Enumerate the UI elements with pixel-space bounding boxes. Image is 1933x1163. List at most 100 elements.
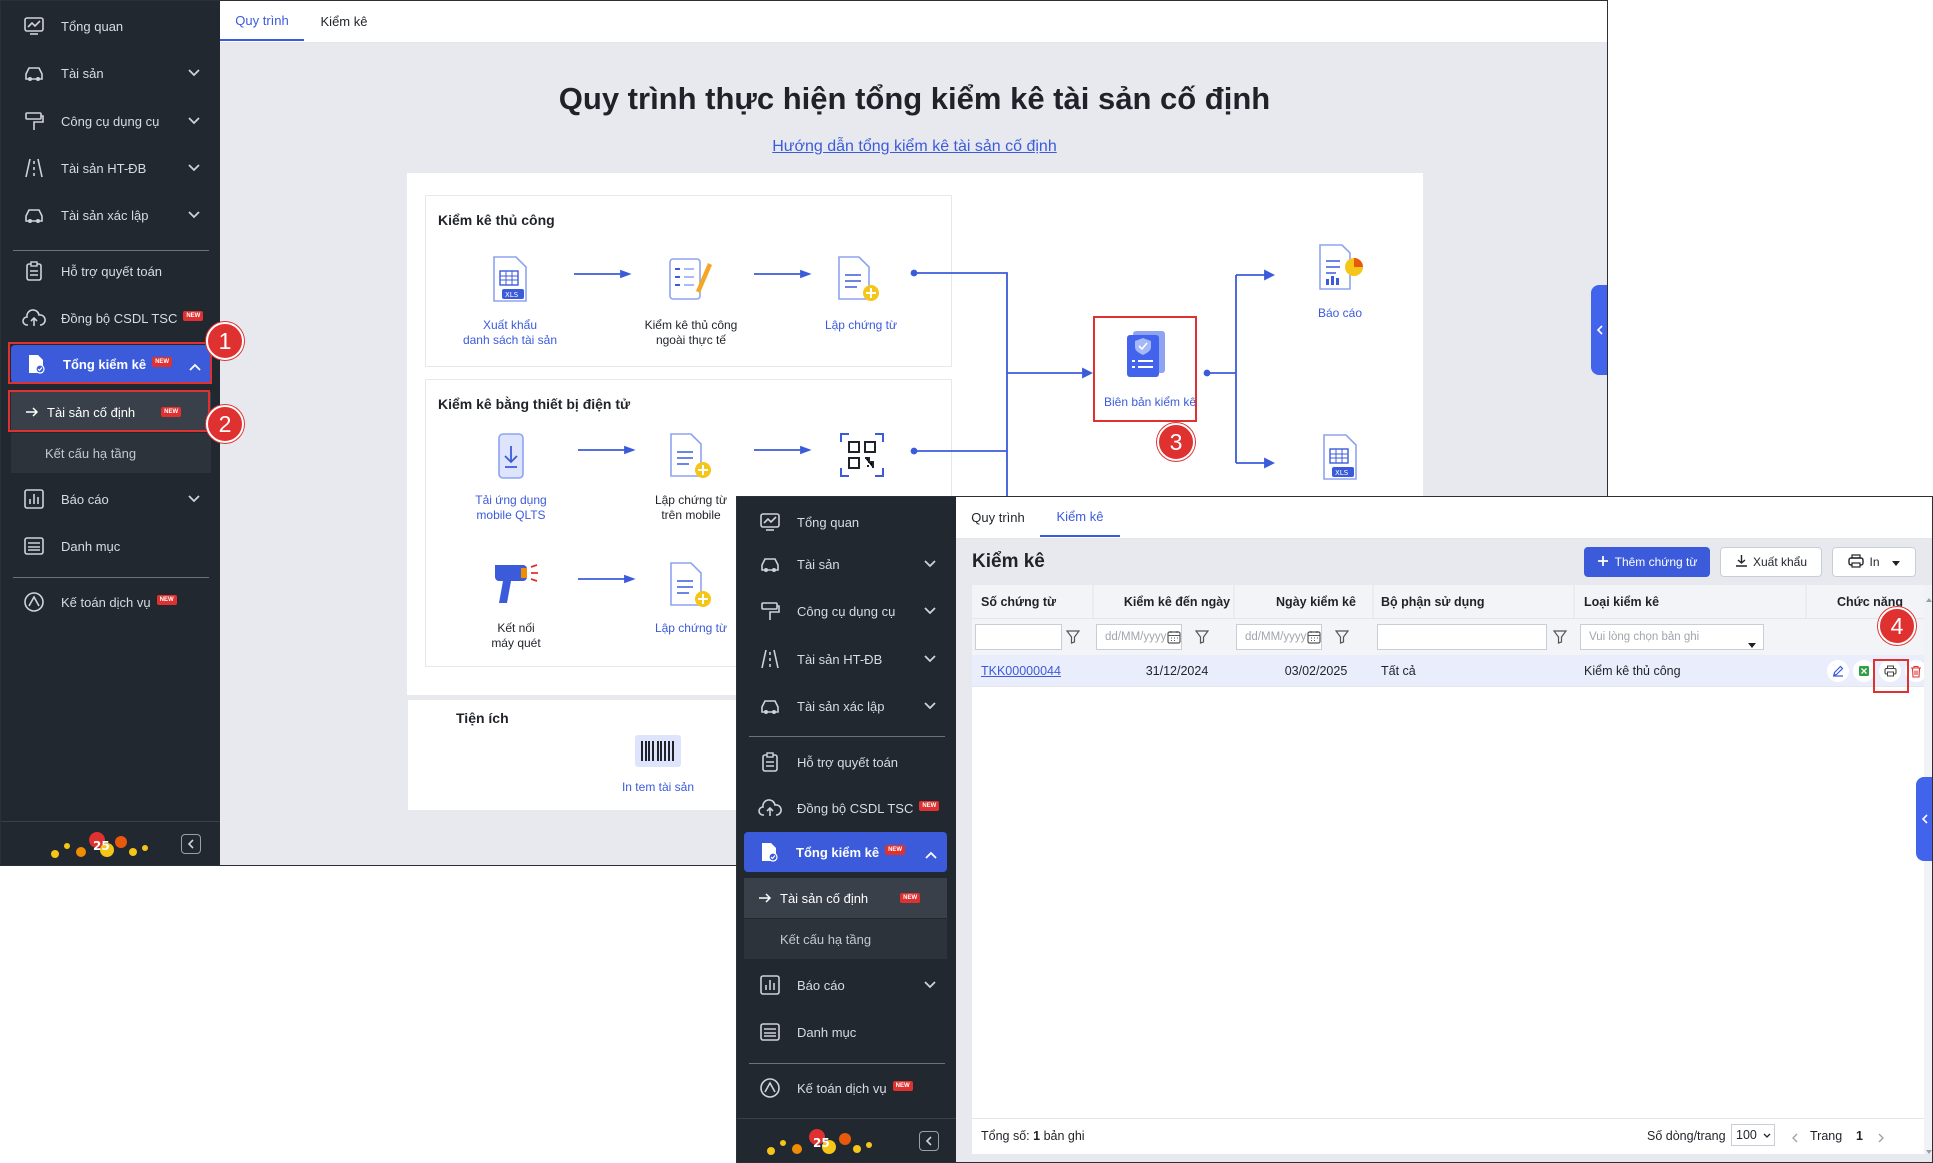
paint-roller-icon <box>757 600 783 622</box>
filter-icon[interactable] <box>1065 630 1081 649</box>
rows-per-page-select[interactable]: 100 <box>1731 1124 1775 1146</box>
add-voucher-label: Thêm chứng từ <box>1614 555 1698 569</box>
print-button[interactable]: In <box>1832 547 1916 577</box>
total-count: Tổng số: 1 bản ghi <box>981 1129 1085 1143</box>
page-title: Kiểm kê <box>972 551 1045 572</box>
sidebar-item-tai-san-htdb[interactable]: Tài sản HT-ĐB <box>737 639 956 679</box>
sidebar-item-dong-bo[interactable]: Đồng bộ CSDL TSC NEW <box>737 788 956 828</box>
cell-loai-kiem-ke: Kiểm kê thủ công <box>1584 664 1681 678</box>
step-badge-4: 4 <box>1878 607 1916 645</box>
chevron-left-icon <box>1921 814 1928 824</box>
sidebar-divider <box>749 1063 945 1064</box>
download-icon <box>1735 554 1748 570</box>
sidebar-item-label: Danh mục <box>797 1024 857 1040</box>
excel-icon[interactable] <box>1853 660 1875 682</box>
export-button[interactable]: Xuất khẩu <box>1720 547 1822 577</box>
tab-quy-trinh[interactable]: Quy trình <box>956 497 1040 537</box>
cell-den-ngay: 31/12/2024 <box>1145 664 1209 678</box>
print-label[interactable]: In tem tài sản <box>598 780 718 795</box>
report-document-icon <box>1316 243 1366 298</box>
filter-icon[interactable] <box>1552 630 1568 649</box>
tet-decoration-icon: 25 <box>757 1125 907 1162</box>
vertical-scrollbar[interactable] <box>1924 585 1932 1154</box>
sidebar-footer: 25 <box>737 1118 956 1162</box>
sidebar-item-label: Tài sản <box>797 556 840 572</box>
filter-bo-phan-input[interactable] <box>1377 624 1547 650</box>
highlight-tong-kiem-ke <box>8 342 212 384</box>
prev-page-icon[interactable] <box>1792 1130 1799 1148</box>
edit-icon[interactable] <box>1827 660 1849 682</box>
filter-so-chung-tu-input[interactable] <box>975 624 1062 650</box>
next-page-icon[interactable] <box>1877 1130 1884 1148</box>
calendar-icon[interactable] <box>1167 630 1181 649</box>
sidebar-item-tong-kiem-ke[interactable]: Tổng kiểm kê NEW <box>744 832 947 872</box>
filter-icon[interactable] <box>1334 630 1350 649</box>
total-unit: bản ghi <box>1043 1129 1085 1143</box>
report-label[interactable]: Báo cáo <box>1300 306 1380 321</box>
sidebar-item-label: Công cụ dụng cụ <box>797 603 896 619</box>
sidebar-item-bao-cao[interactable]: Báo cáo <box>737 965 956 1005</box>
sidebar-item-ho-tro[interactable]: Hỗ trợ quyết toán <box>737 742 956 782</box>
filter-icon[interactable] <box>1194 630 1210 649</box>
barcode-label-icon <box>634 734 682 773</box>
chevron-up-icon <box>925 847 937 862</box>
new-badge: NEW <box>900 893 921 903</box>
rows-per-page-value: 100 <box>1736 1128 1757 1142</box>
sidebar-subitem-tscd[interactable]: Tài sản cố định NEW <box>744 878 947 918</box>
tab-kiem-ke[interactable]: Kiểm kê <box>1040 497 1120 537</box>
collapse-sidebar-button[interactable] <box>919 1131 939 1151</box>
car-icon <box>757 695 783 717</box>
list-icon <box>757 1021 783 1043</box>
cell-bo-phan: Tất cả <box>1381 664 1416 678</box>
cloud-upload-icon <box>757 797 783 819</box>
sidebar-divider <box>749 736 945 737</box>
total-value: 1 <box>1033 1129 1041 1143</box>
plus-icon <box>1597 555 1609 570</box>
front-window: Tổng quan Tài sản Công cụ dụng cụ Tài sả… <box>736 496 1933 1163</box>
data-table: Số chứng từ Kiểm kê đến ngày Ngày kiểm k… <box>972 585 1927 1154</box>
print-label: In <box>1869 555 1880 569</box>
date-placeholder: dd/MM/yyyy <box>1105 631 1167 643</box>
sidebar-item-cong-cu[interactable]: Công cụ dụng cụ <box>737 591 956 631</box>
new-badge: NEW <box>885 844 906 855</box>
add-voucher-button[interactable]: Thêm chứng từ <box>1584 547 1710 577</box>
panel-toggle-handle[interactable] <box>1591 285 1607 375</box>
sidebar-item-label: Tài sản xác lập <box>797 698 885 714</box>
sidebar-item-tai-san[interactable]: Tài sản <box>737 544 956 584</box>
chevron-down-icon <box>924 603 936 618</box>
new-badge: NEW <box>919 800 940 811</box>
total-label: Tổng số: <box>981 1129 1030 1143</box>
car-icon <box>757 553 783 575</box>
list-area: Kiểm kê Thêm chứng từ Xuất khẩu In Số ch… <box>956 539 1932 1162</box>
document-check-icon <box>756 841 782 863</box>
page-label: Trang <box>1810 1129 1843 1143</box>
filter-loai-kiem-ke-select[interactable]: Vui lòng chọn bản ghi <box>1580 624 1764 650</box>
sidebar-subitem-ket-cau[interactable]: Kết cấu hạ tầng <box>744 919 947 959</box>
sidebar-item-label: Hỗ trợ quyết toán <box>797 754 899 770</box>
sidebar-item-label: Tổng quan <box>797 514 860 530</box>
chevron-left-icon <box>1596 325 1603 335</box>
sidebar-item-tong-quan[interactable]: Tổng quan <box>737 502 956 542</box>
highlight-tscd <box>8 390 210 432</box>
sidebar-item-ke-toan[interactable]: Kế toán dịch vụ NEW <box>737 1068 956 1108</box>
tscd-label: Tài sản cố định <box>780 890 869 906</box>
sidebar-item-tai-san-xac-lap[interactable]: Tài sản xác lập <box>737 686 956 726</box>
clipboard-icon <box>757 751 783 773</box>
xls-label: XLS <box>1335 469 1349 477</box>
sidebar-item-label: Báo cáo <box>797 977 845 993</box>
tong-kiem-ke-label: Tổng kiểm kê <box>796 844 880 860</box>
highlight-delete <box>1873 659 1909 693</box>
export-label: Xuất khẩu <box>1752 555 1808 569</box>
sidebar-item-label: Tổng kiểm kê NEW <box>796 844 906 860</box>
sidebar-item-label: Đồng bộ CSDL TSC NEW <box>797 800 940 816</box>
chevron-down-icon <box>924 977 936 992</box>
calendar-icon[interactable] <box>1307 630 1321 649</box>
cell-so-chung-tu-link[interactable]: TKK00000044 <box>981 656 1061 686</box>
page-number[interactable]: 1 <box>1856 1129 1863 1143</box>
scroll-arrow-up[interactable] <box>1926 589 1932 607</box>
highlight-record <box>1093 316 1197 422</box>
sidebar-item-danh-muc[interactable]: Danh mục <box>737 1012 956 1052</box>
service-logo-icon <box>757 1077 783 1099</box>
panel-toggle-handle[interactable] <box>1916 777 1932 861</box>
scroll-arrow-down[interactable] <box>1926 1141 1932 1159</box>
